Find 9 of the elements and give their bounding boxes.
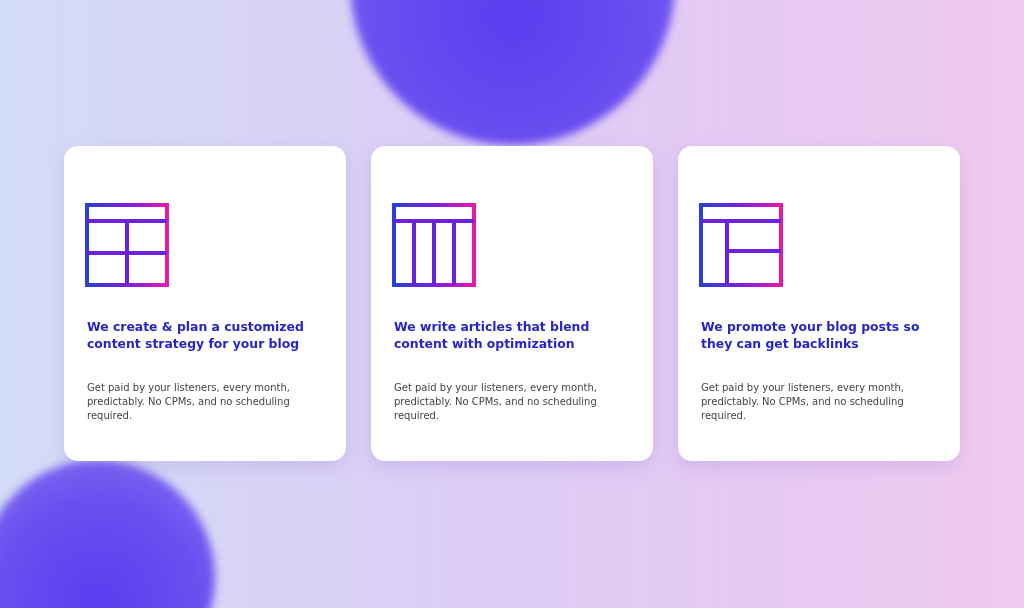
card-description: Get paid by your listeners, every month, predictably. No CPMs, and no scheduling required. xyxy=(394,381,598,423)
sidebar-layout-icon xyxy=(699,203,783,287)
card-title: We create & plan a customized content strategy for your blog xyxy=(87,318,305,352)
columns-layout-icon xyxy=(392,203,476,287)
card-title: We write articles that blend content with optimization xyxy=(394,318,591,352)
grid-layout-icon xyxy=(85,203,169,287)
card-description: Get paid by your listeners, every month, predictably. No CPMs, and no scheduling required. xyxy=(87,381,291,423)
card-title: We promote your blog posts so they can get backlinks xyxy=(701,318,921,352)
card-description: Get paid by your listeners, every month, predictably. No CPMs, and no scheduling required. xyxy=(701,381,905,423)
